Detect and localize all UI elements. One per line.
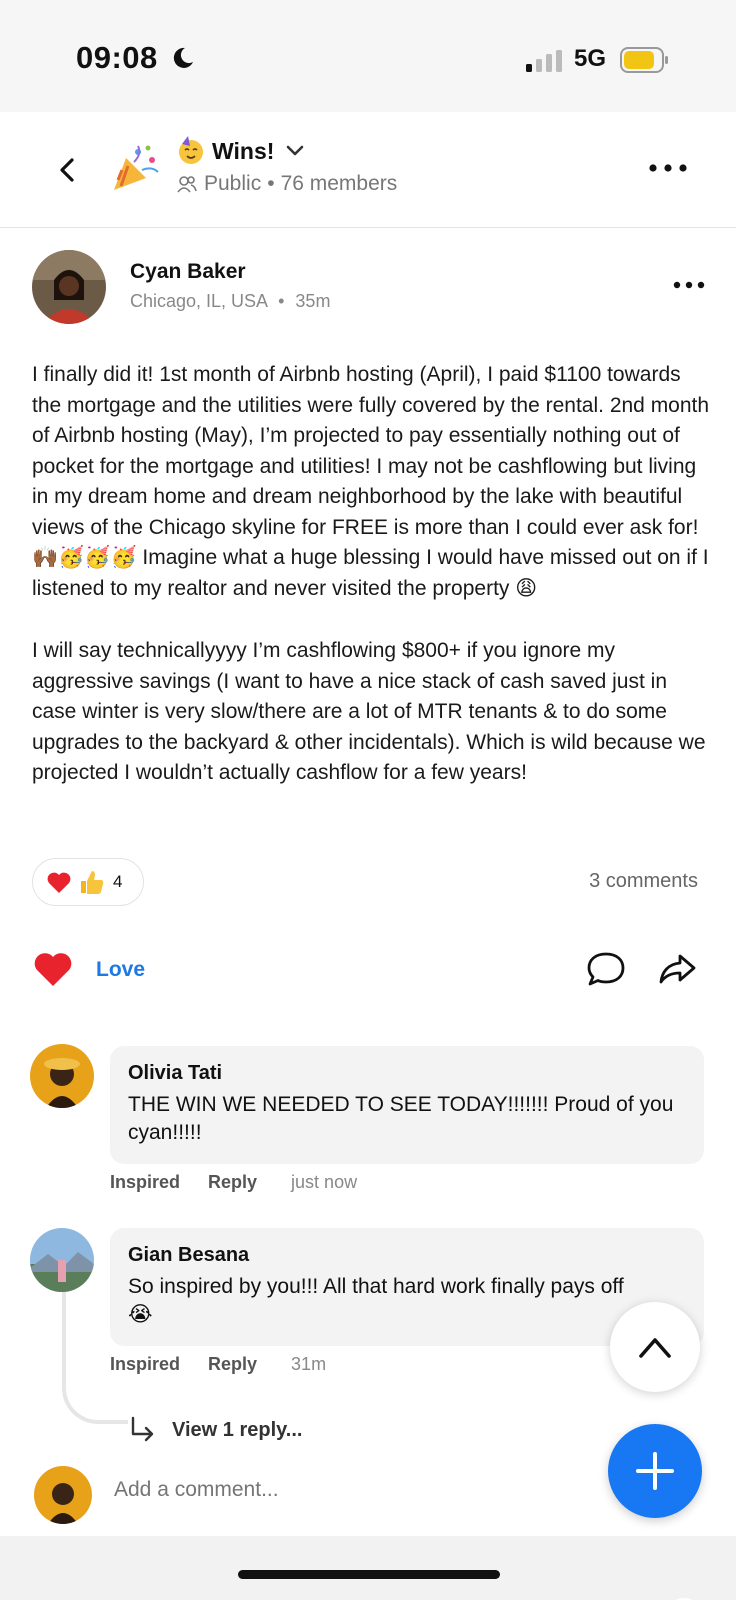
comment-actions: Inspired Reply just now xyxy=(110,1172,357,1193)
status-bar: 09:08 5G xyxy=(0,0,736,112)
heart-reaction-icon xyxy=(47,872,71,893)
status-time: 09:08 xyxy=(76,40,158,75)
share-arrow-icon[interactable] xyxy=(658,950,698,988)
commenter-avatar[interactable] xyxy=(30,1044,94,1108)
back-chevron-icon[interactable] xyxy=(52,154,84,186)
post-more-options-icon[interactable] xyxy=(672,278,706,292)
reply-arrow-icon xyxy=(131,1416,154,1442)
meta-separator: • xyxy=(267,172,275,195)
party-popper-icon xyxy=(114,145,159,190)
comment-text: THE WIN WE NEEDED TO SEE TODAY!!!!!!! Pr… xyxy=(128,1093,674,1144)
people-icon xyxy=(177,176,197,193)
author-meta: Chicago, IL, USA • 35m xyxy=(130,291,330,312)
author-name[interactable]: Cyan Baker xyxy=(130,260,246,284)
comments-count[interactable]: 3 comments xyxy=(589,870,698,893)
signal-icon xyxy=(526,50,562,72)
thread-line xyxy=(62,1292,128,1424)
reply-button[interactable]: Reply xyxy=(208,1172,257,1193)
post-paragraph: I will say technicallyyyy I’m cashflowin… xyxy=(32,639,712,784)
battery-icon xyxy=(620,47,668,73)
group-header: Wins! Public • 76 members xyxy=(0,112,736,228)
love-button[interactable]: Love xyxy=(96,958,145,982)
reactions-pill[interactable]: 4 xyxy=(32,858,144,906)
comment-bubble: Olivia Tati THE WIN WE NEEDED TO SEE TOD… xyxy=(110,1046,704,1164)
post-age: 35m xyxy=(295,291,331,311)
chevron-up-icon xyxy=(639,1338,671,1358)
inspired-button[interactable]: Inspired xyxy=(110,1172,180,1193)
author-location: Chicago, IL, USA xyxy=(130,291,268,311)
comment-bubble-icon[interactable] xyxy=(586,950,626,988)
current-user-avatar xyxy=(34,1466,92,1524)
scroll-to-top-button[interactable] xyxy=(610,1302,700,1392)
post-paragraph: I finally did it! 1st month of Airbnb ho… xyxy=(32,363,715,600)
plus-icon xyxy=(636,1452,674,1490)
moon-icon xyxy=(173,47,193,68)
commenter-name[interactable]: Olivia Tati xyxy=(128,1062,686,1085)
group-meta: Public • 76 members xyxy=(176,172,397,196)
chevron-down-icon[interactable] xyxy=(284,140,306,162)
commenter-avatar[interactable] xyxy=(30,1228,94,1292)
commenter-name[interactable]: Gian Besana xyxy=(128,1244,686,1267)
comment-text: So inspired by you!!! All that hard work… xyxy=(128,1275,624,1326)
more-options-icon[interactable] xyxy=(646,158,690,178)
view-replies-link[interactable]: View 1 reply... xyxy=(172,1419,302,1442)
comment-time: just now xyxy=(291,1172,358,1192)
create-post-button[interactable] xyxy=(608,1424,702,1518)
group-title: Wins! xyxy=(212,137,275,164)
comment-time: 31m xyxy=(291,1354,327,1374)
add-comment-input[interactable] xyxy=(114,1478,554,1502)
comment-actions: Inspired Reply 31m xyxy=(110,1354,326,1375)
reply-button[interactable]: Reply xyxy=(208,1354,257,1375)
author-avatar[interactable] xyxy=(32,250,106,324)
meta-separator: • xyxy=(278,291,285,311)
visibility-label: Public xyxy=(204,172,262,195)
love-heart-icon[interactable] xyxy=(32,948,74,988)
group-title-row[interactable]: Wins! xyxy=(176,136,306,166)
post-body: I finally did it! 1st month of Airbnb ho… xyxy=(32,360,712,821)
reaction-count: 4 xyxy=(113,872,123,891)
network-label: 5G xyxy=(574,45,607,72)
thumbs-up-icon xyxy=(81,871,104,894)
home-indicator xyxy=(238,1570,500,1579)
party-face-icon xyxy=(179,136,203,164)
members-count[interactable]: 76 members xyxy=(281,172,398,196)
